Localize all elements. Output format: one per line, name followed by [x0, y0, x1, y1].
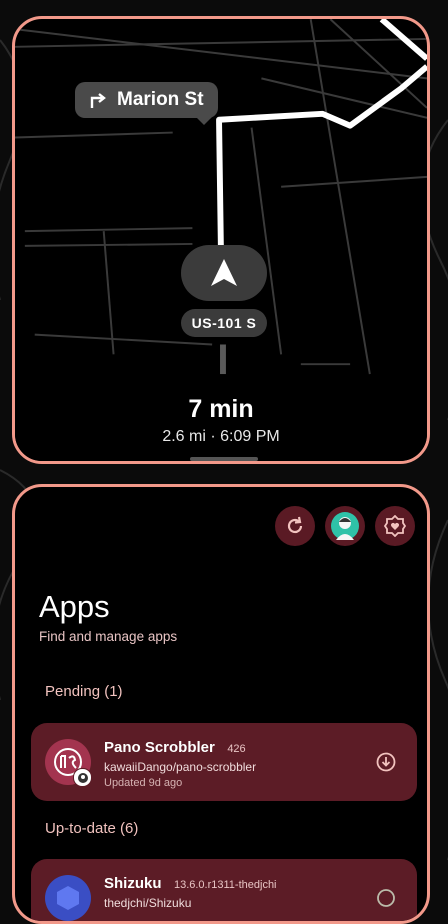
eta-time: 7 min [188, 395, 254, 423]
download-icon [376, 752, 396, 772]
navigation-card[interactable]: Marion St US-101 S 7 min 2.6 mi · 6:09 P… [12, 16, 430, 464]
app-version: 13.6.0.r1311-thedjchi [173, 879, 277, 891]
street-name: Marion St [117, 89, 204, 110]
app-row-pano-scrobbler[interactable]: Pano Scrobbler 426 kawaiiDango/pano-scro… [31, 723, 417, 801]
top-actions [275, 506, 415, 546]
shizuku-icon [45, 875, 91, 921]
app-name: Pano Scrobbler [104, 739, 215, 756]
page-subtitle: Find and manage apps [39, 629, 178, 644]
road-badge: US-101 S [181, 309, 267, 337]
app-repo: thedjchi/Shizuku [104, 896, 192, 910]
settings-icon [384, 515, 406, 537]
eta-details: 2.6 mi · 6:09 PM [162, 428, 280, 445]
app-repo: kawaiiDango/pano-scrobbler [104, 760, 257, 774]
app-row-shizuku[interactable]: Shizuku 13.6.0.r1311-thedjchi thedjchi/S… [31, 859, 417, 921]
current-location [181, 245, 267, 301]
apps-card: Apps Find and manage apps Pending (1) Pa… [12, 484, 430, 924]
settings-button[interactable] [375, 506, 415, 546]
eta-panel[interactable]: 7 min 2.6 mi · 6:09 PM [15, 375, 427, 461]
app-logo-icon [57, 886, 79, 910]
turn-instruction[interactable]: Marion St [75, 82, 218, 125]
settings-icon [377, 889, 395, 907]
app-name: Shizuku [104, 875, 162, 892]
github-source-icon [73, 768, 92, 787]
app-version: 426 [227, 743, 246, 755]
pending-section-header[interactable]: Pending (1) [45, 683, 123, 700]
navigation-arrow-icon [211, 259, 237, 286]
install-update-button[interactable] [375, 751, 397, 778]
profile-button[interactable] [325, 506, 365, 546]
drag-handle[interactable] [190, 457, 258, 461]
page-title: Apps [39, 589, 110, 624]
refresh-button[interactable] [275, 506, 315, 546]
avatar [331, 512, 359, 540]
app-updated: Updated 9d ago [104, 777, 183, 789]
uptodate-section-header[interactable]: Up-to-date (6) [45, 820, 138, 837]
turn-right-icon [90, 93, 106, 108]
refresh-icon [287, 516, 303, 534]
app-options-button[interactable] [375, 887, 397, 914]
